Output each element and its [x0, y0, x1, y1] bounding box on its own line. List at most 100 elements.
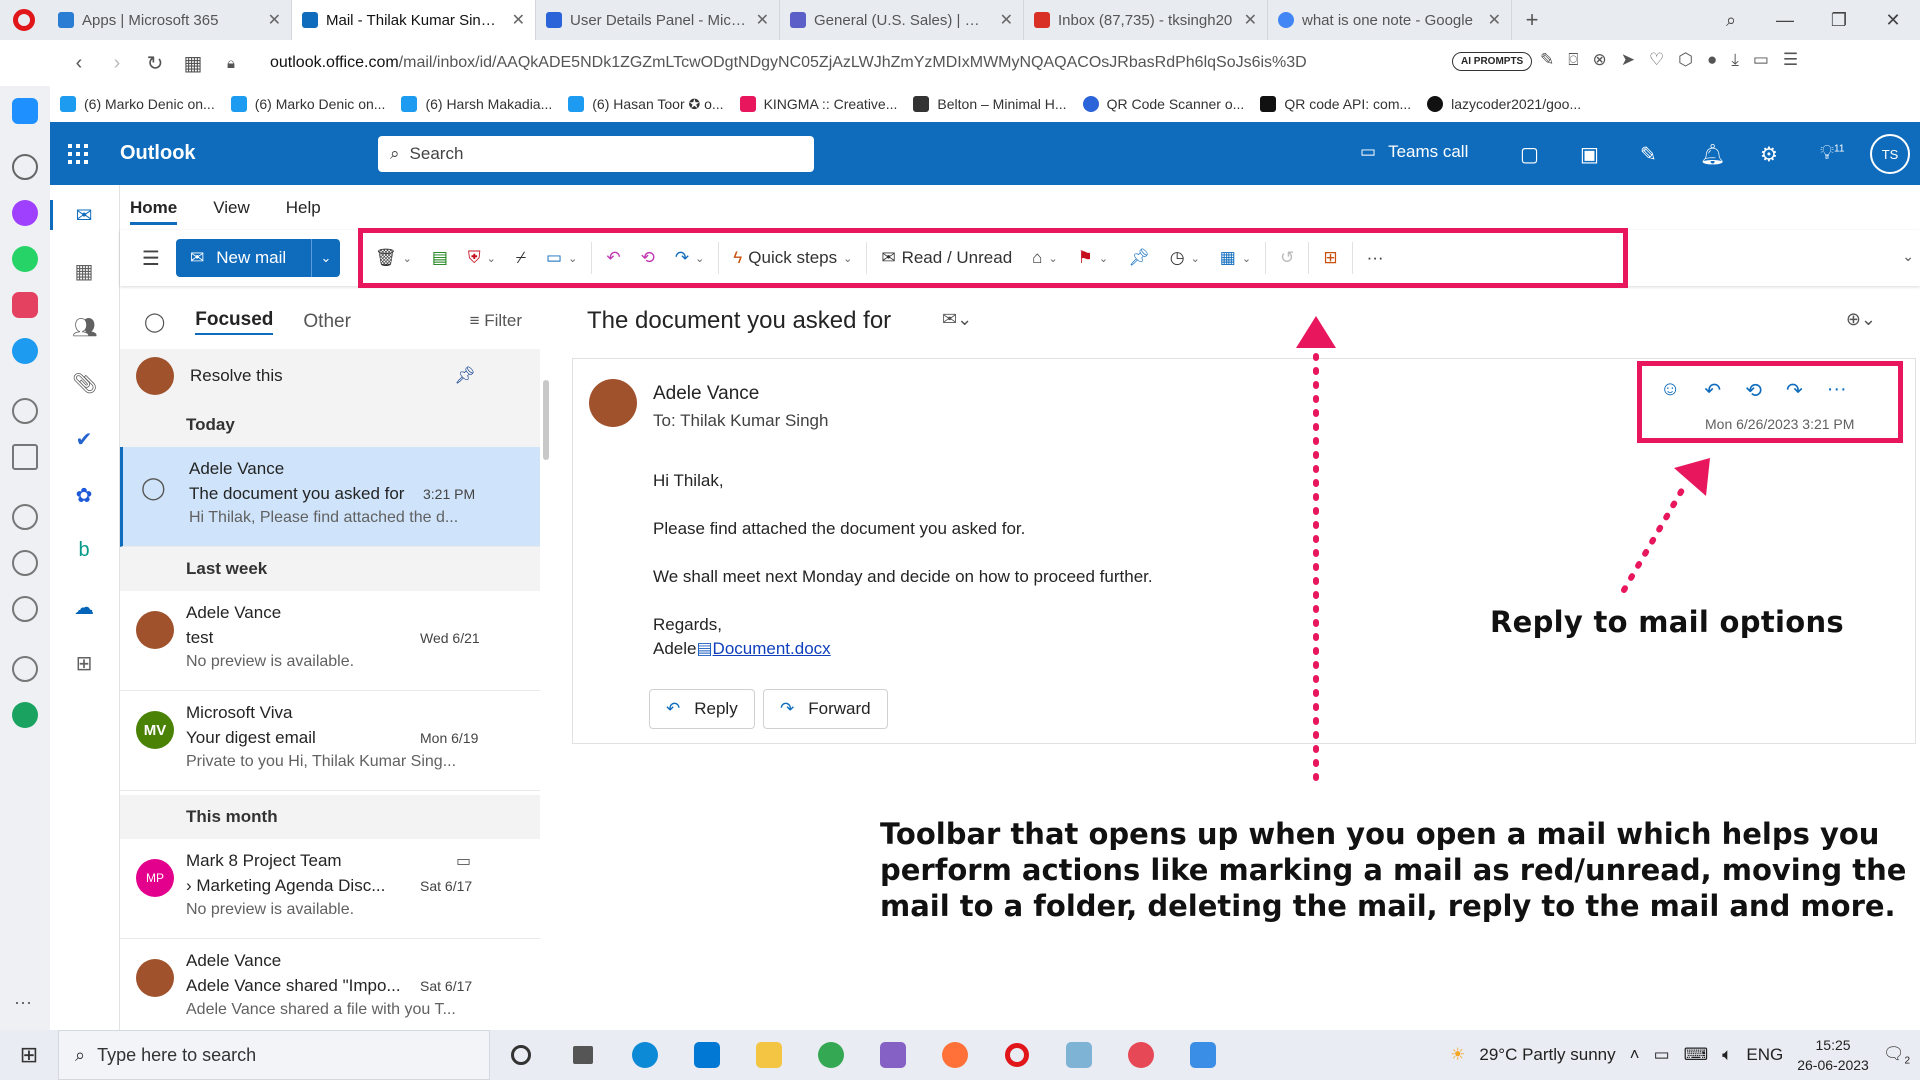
battery-icon[interactable]: ▭	[1654, 1045, 1670, 1065]
new-mail-button[interactable]: ✉ New mail ⌄	[176, 239, 340, 277]
weather-text[interactable]: 29°C Partly sunny	[1479, 1045, 1615, 1065]
tab-home[interactable]: Home	[130, 191, 178, 225]
close-tab-icon[interactable]: ✕	[268, 10, 281, 30]
tab-view[interactable]: View	[213, 198, 250, 218]
browser-tab[interactable]: User Details Panel - Micros ✕	[536, 0, 780, 40]
firefox-icon[interactable]	[924, 1030, 986, 1080]
select-all-icon[interactable]: ◯	[144, 311, 165, 334]
todo-icon[interactable]: ✔	[72, 427, 96, 451]
language-indicator[interactable]: ENG	[1746, 1045, 1783, 1065]
chevron-up-icon[interactable]: ˄	[1630, 1045, 1640, 1065]
mail-app-icon[interactable]	[676, 1030, 738, 1080]
settings-icon[interactable]	[12, 596, 38, 622]
messenger-icon[interactable]	[12, 200, 38, 226]
bookmark-item[interactable]: (6) Marko Denic on...	[230, 96, 385, 112]
search-tabs-icon[interactable]: ⌕	[1704, 10, 1758, 31]
notepad-icon[interactable]	[1048, 1030, 1110, 1080]
filter-button[interactable]: ≡ Filter	[470, 311, 522, 331]
list-item[interactable]: Adele Vance Adele Vance shared "Impo... …	[120, 939, 540, 1030]
avatar[interactable]: TS	[1870, 134, 1910, 174]
message-list-scrollbar[interactable]	[543, 370, 551, 1030]
forward-button[interactable]: ↷ ⌄	[665, 232, 714, 284]
bulb-icon[interactable]	[12, 656, 38, 682]
categorize-button[interactable]: ⌂ ⌄	[1022, 232, 1068, 284]
browser-tab[interactable]: General (U.S. Sales) | Micro ✕	[780, 0, 1024, 40]
chat-icon[interactable]: ▢	[1520, 142, 1539, 167]
pinned-item[interactable]: Resolve this 📌︎	[120, 349, 540, 403]
forward-button[interactable]: ↷ Forward	[763, 689, 888, 729]
addins-button[interactable]: ⊞	[1313, 232, 1347, 284]
people-icon[interactable]: 👥︎	[72, 315, 97, 339]
reply-button[interactable]: ↶ Reply	[649, 689, 755, 729]
tab-other[interactable]: Other	[303, 311, 351, 333]
windows-start-icon[interactable]: ⊞	[0, 1042, 58, 1068]
bell-icon[interactable]: 🔔︎	[1700, 142, 1725, 167]
file-explorer-icon[interactable]	[738, 1030, 800, 1080]
minimize-icon[interactable]: —	[1758, 10, 1812, 31]
heart-icon[interactable]	[12, 504, 38, 530]
edge-icon[interactable]	[614, 1030, 676, 1080]
more-options-button[interactable]: ···	[1357, 232, 1394, 284]
taskbar-search[interactable]: ⌕ Type here to search	[58, 1030, 490, 1080]
visual-studio-icon[interactable]	[862, 1030, 924, 1080]
reply-all-button[interactable]: ⟲	[631, 232, 665, 284]
menu-icon[interactable]: ☰	[1783, 50, 1798, 70]
close-tab-icon[interactable]: ✕	[512, 10, 525, 30]
pin-button[interactable]: 📌︎	[1118, 232, 1160, 284]
bookmark-item[interactable]: QR Code Scanner o...	[1082, 96, 1244, 112]
calendar-icon[interactable]: ▦	[72, 259, 96, 283]
close-tab-icon[interactable]: ✕	[1000, 10, 1013, 30]
bookmark-item[interactable]: (6) Hasan Toor ✪ o...	[568, 96, 724, 113]
policy-button[interactable]: ▦ ⌄	[1210, 232, 1261, 284]
snipping-tool-icon[interactable]	[1110, 1030, 1172, 1080]
gear-icon[interactable]: ⚙	[1760, 142, 1778, 167]
heart-icon[interactable]: ♡	[1649, 50, 1664, 70]
list-item[interactable]: Adele Vance test Wed 6/21 No preview is …	[120, 591, 540, 691]
aria-icon[interactable]	[12, 702, 38, 728]
undo-button[interactable]: ↺	[1270, 232, 1304, 284]
ai-prompts-button[interactable]: AI PROMPTS	[1452, 52, 1533, 71]
more-apps-icon[interactable]: ⊞	[72, 651, 96, 675]
tab-help[interactable]: Help	[286, 198, 321, 218]
close-tab-icon[interactable]: ✕	[1244, 10, 1257, 30]
url-field[interactable]: outlook.office.com/mail/inbox/id/AAQkADE…	[270, 54, 1370, 72]
bookmark-item[interactable]: (6) Harsh Makadia...	[401, 96, 552, 112]
list-item[interactable]: MV Microsoft Viva Your digest email Mon …	[120, 691, 540, 791]
viva-icon[interactable]: ✿	[72, 483, 96, 507]
task-view-icon[interactable]	[552, 1030, 614, 1080]
volume-icon[interactable]: 🔈︎	[1722, 1045, 1732, 1065]
more-icon[interactable]: ···	[14, 992, 32, 1013]
browser-tab-active[interactable]: Mail - Thilak Kumar Singh - ✕	[292, 0, 536, 40]
forward-icon[interactable]: ↷	[1786, 378, 1803, 403]
report-button[interactable]: ⛨ ⌄	[458, 232, 506, 284]
app-launcher-icon[interactable]	[68, 144, 88, 164]
recipient-name[interactable]: Thilak Kumar Singh	[680, 411, 828, 430]
office-icon[interactable]: ▣	[1580, 142, 1599, 167]
move-to-button[interactable]: ▭ ⌄	[536, 232, 587, 284]
reply-icon[interactable]: ↶	[1704, 378, 1721, 403]
cube-icon[interactable]: ⬡	[1678, 50, 1693, 70]
chrome-icon[interactable]	[800, 1030, 862, 1080]
sweep-button[interactable]: ⌿	[506, 232, 536, 284]
bookmark-item[interactable]: Belton – Minimal H...	[913, 96, 1067, 112]
camera-icon[interactable]: ⌼	[1568, 50, 1578, 70]
list-item[interactable]: MP Mark 8 Project Team › Marketing Agend…	[120, 839, 540, 939]
browser-tab[interactable]: what is one note - Google ✕	[1268, 0, 1512, 40]
teams-call-button[interactable]: ▭ Teams call	[1360, 142, 1468, 162]
onedrive-icon[interactable]: ☁	[72, 595, 96, 619]
quick-steps-button[interactable]: ϟ Quick steps ⌄	[723, 232, 862, 284]
app-title[interactable]: Outlook	[120, 142, 196, 165]
history-icon[interactable]	[12, 550, 38, 576]
scrollbar-thumb[interactable]	[543, 380, 549, 460]
block-icon[interactable]: ⊗	[1592, 50, 1606, 70]
select-circle-icon[interactable]: ◯	[141, 475, 166, 501]
emoji-icon[interactable]: ☺	[1660, 378, 1680, 403]
reload-icon[interactable]: ↻	[136, 51, 174, 76]
edit-icon[interactable]: ✎	[1540, 50, 1554, 70]
attachment-link[interactable]: Document.docx	[713, 639, 831, 658]
reply-button[interactable]: ↶	[596, 232, 630, 284]
pin-icon[interactable]: 📌︎	[454, 366, 476, 386]
new-tab-icon[interactable]: +	[1512, 7, 1552, 33]
tab-focused[interactable]: Focused	[195, 309, 274, 335]
hamburger-icon[interactable]: ☰	[142, 246, 160, 271]
